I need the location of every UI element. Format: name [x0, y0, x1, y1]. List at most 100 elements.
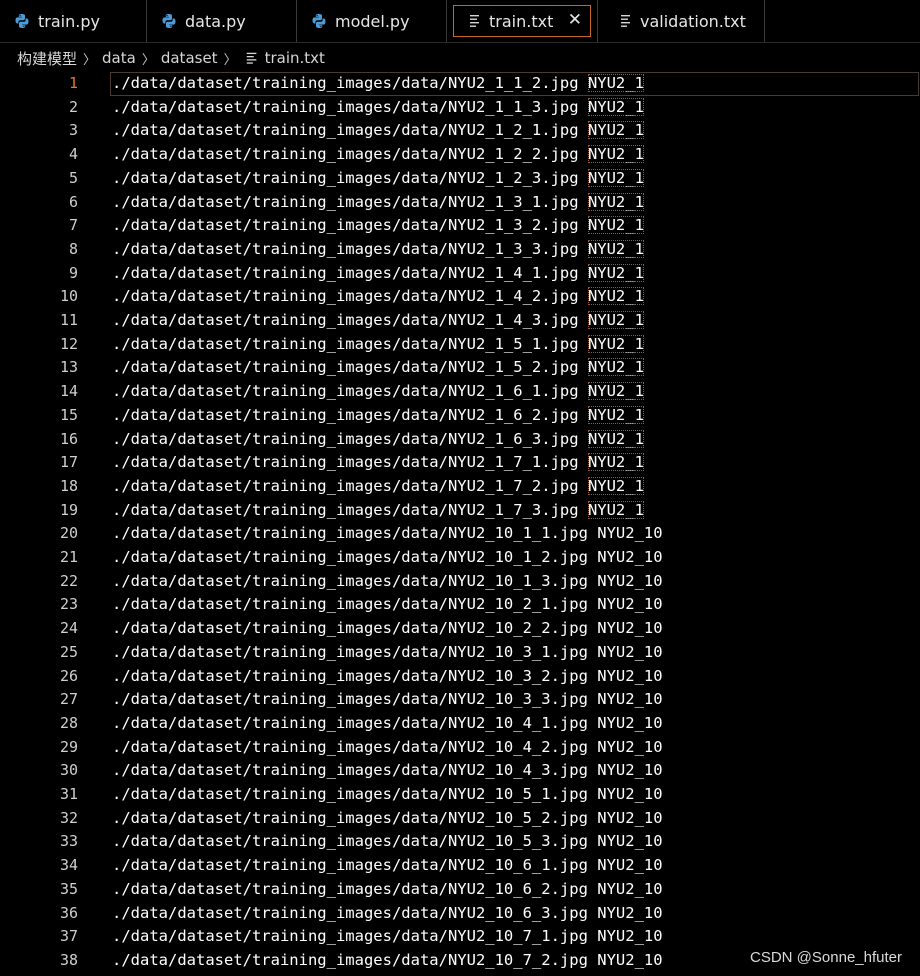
- editor-line[interactable]: 15 ./data/dataset/training_images/data/NY…: [0, 404, 920, 428]
- line-number: 2: [68, 97, 78, 116]
- editor-line[interactable]: 4 ./data/dataset/training_images/data/NYU…: [0, 143, 920, 167]
- class-label: NYU2_10: [597, 761, 663, 780]
- line-text: ./data/dataset/training_images/data/NYU2…: [112, 570, 663, 594]
- editor-line[interactable]: 26 ./data/dataset/training_images/data/NY…: [0, 665, 920, 689]
- breadcrumb-item-file[interactable]: train.txt: [265, 49, 325, 67]
- line-number: 14: [59, 382, 78, 401]
- editor-line[interactable]: 11 ./data/dataset/training_images/data/NY…: [0, 309, 920, 333]
- editor-line[interactable]: 25 ./data/dataset/training_images/data/NY…: [0, 641, 920, 665]
- editor-line[interactable]: 20 ./data/dataset/training_images/data/NY…: [0, 522, 920, 546]
- editor-line[interactable]: 36 ./data/dataset/training_images/data/NY…: [0, 902, 920, 926]
- editor-line[interactable]: 23 ./data/dataset/training_images/data/NY…: [0, 593, 920, 617]
- breadcrumb: 构建模型 〉 data 〉 dataset 〉 train.txt: [0, 44, 920, 72]
- editor-line[interactable]: 10 ./data/dataset/training_images/data/NY…: [0, 285, 920, 309]
- line-number: 22: [59, 571, 78, 590]
- image-path: ./data/dataset/training_images/data/NYU2…: [112, 879, 588, 898]
- line-text: ./data/dataset/training_images/data/NYU2…: [112, 475, 644, 499]
- editor-line[interactable]: 16 ./data/dataset/training_images/data/NY…: [0, 428, 920, 452]
- image-path: ./data/dataset/training_images/data/NYU2…: [112, 168, 579, 187]
- chevron-right-icon: 〉: [223, 52, 237, 68]
- line-text: ./data/dataset/training_images/data/NYU2…: [112, 333, 644, 357]
- editor-line[interactable]: 29 ./data/dataset/training_images/data/NY…: [0, 736, 920, 760]
- class-label: NYU2_1: [587, 239, 644, 258]
- tab-validation-txt[interactable]: validation.txt: [597, 0, 765, 42]
- editor-line[interactable]: 5 ./data/dataset/training_images/data/NYU…: [0, 167, 920, 191]
- line-text: ./data/dataset/training_images/data/NYU2…: [112, 854, 663, 878]
- image-path: ./data/dataset/training_images/data/NYU2…: [112, 239, 579, 258]
- line-text: ./data/dataset/training_images/data/NYU2…: [112, 214, 644, 238]
- editor-line[interactable]: 6 ./data/dataset/training_images/data/NYU…: [0, 191, 920, 215]
- text-editor[interactable]: 1 ./data/dataset/training_images/data/NYU…: [0, 72, 920, 976]
- editor-line[interactable]: 34 ./data/dataset/training_images/data/NY…: [0, 854, 920, 878]
- line-number: 11: [59, 311, 78, 329]
- editor-line[interactable]: 12 ./data/dataset/training_images/data/NY…: [0, 333, 920, 357]
- editor-line[interactable]: 31 ./data/dataset/training_images/data/NY…: [0, 783, 920, 807]
- editor-line[interactable]: 2 ./data/dataset/training_images/data/NYU…: [0, 96, 920, 120]
- editor-line[interactable]: 1 ./data/dataset/training_images/data/NYU…: [0, 72, 920, 96]
- tab-train-py[interactable]: train.py: [0, 0, 147, 42]
- tab-train-txt[interactable]: train.txt ✕: [453, 5, 591, 37]
- editor-line[interactable]: 13 ./data/dataset/training_images/data/NY…: [0, 356, 920, 380]
- close-tab-icon[interactable]: ✕: [568, 10, 582, 30]
- line-text: ./data/dataset/training_images/data/NYU2…: [112, 712, 663, 736]
- editor-line[interactable]: 18 ./data/dataset/training_images/data/NY…: [0, 475, 920, 499]
- image-path: ./data/dataset/training_images/data/NYU2…: [112, 903, 588, 922]
- line-number: 9: [68, 263, 78, 282]
- line-text: ./data/dataset/training_images/data/NYU2…: [112, 499, 644, 523]
- text-file-icon: [246, 52, 256, 64]
- line-number: 36: [59, 903, 78, 922]
- line-text: ./data/dataset/training_images/data/NYU2…: [112, 285, 644, 309]
- breadcrumb-item-dataset[interactable]: dataset: [161, 49, 218, 67]
- breadcrumb-item-project[interactable]: 构建模型: [17, 48, 77, 69]
- line-number: 20: [59, 524, 78, 543]
- line-number: 7: [68, 216, 78, 235]
- editor-line[interactable]: 17 ./data/dataset/training_images/data/NY…: [0, 451, 920, 475]
- editor-line[interactable]: 24 ./data/dataset/training_images/data/NY…: [0, 617, 920, 641]
- breadcrumb-item-data[interactable]: data: [102, 49, 136, 67]
- image-path: ./data/dataset/training_images/data/NYU2…: [112, 97, 579, 116]
- editor-line[interactable]: 7 ./data/dataset/training_images/data/NYU…: [0, 214, 920, 238]
- class-label: NYU2_1: [587, 74, 644, 92]
- class-label: NYU2_10: [597, 524, 663, 543]
- class-label: NYU2_1: [587, 168, 644, 187]
- line-text: ./data/dataset/training_images/data/NYU2…: [112, 404, 644, 428]
- line-number: 31: [59, 785, 78, 803]
- editor-line[interactable]: 14 ./data/dataset/training_images/data/NY…: [0, 380, 920, 404]
- line-text: ./data/dataset/training_images/data/NYU2…: [112, 380, 644, 404]
- line-text: ./data/dataset/training_images/data/NYU2…: [112, 451, 644, 475]
- image-path: ./data/dataset/training_images/data/NYU2…: [112, 500, 579, 519]
- line-number: 5: [68, 168, 78, 187]
- class-label: NYU2_10: [597, 950, 663, 969]
- editor-line[interactable]: 27 ./data/dataset/training_images/data/NY…: [0, 688, 920, 712]
- class-label: NYU2_10: [597, 595, 663, 614]
- image-path: ./data/dataset/training_images/data/NYU2…: [112, 927, 588, 946]
- line-number: 10: [59, 287, 78, 306]
- editor-line[interactable]: 22 ./data/dataset/training_images/data/NY…: [0, 570, 920, 594]
- tab-model-py[interactable]: model.py: [297, 0, 447, 42]
- line-number: 32: [59, 808, 78, 827]
- editor-line[interactable]: 19 ./data/dataset/training_images/data/NY…: [0, 499, 920, 523]
- editor-line[interactable]: 8 ./data/dataset/training_images/data/NYU…: [0, 238, 920, 262]
- editor-line[interactable]: 3 ./data/dataset/training_images/data/NYU…: [0, 119, 920, 143]
- editor-line[interactable]: 37 ./data/dataset/training_images/data/NY…: [0, 925, 920, 949]
- image-path: ./data/dataset/training_images/data/NYU2…: [112, 619, 588, 638]
- line-number: 26: [59, 666, 78, 685]
- editor-line[interactable]: 30 ./data/dataset/training_images/data/NY…: [0, 759, 920, 783]
- class-label: NYU2_10: [597, 642, 663, 661]
- line-number: 3: [68, 121, 78, 140]
- editor-line[interactable]: 32 ./data/dataset/training_images/data/NY…: [0, 807, 920, 831]
- tab-label: model.py: [335, 11, 410, 31]
- tab-data-py[interactable]: data.py: [147, 0, 297, 42]
- image-path: ./data/dataset/training_images/data/NYU2…: [112, 785, 588, 803]
- text-file-icon: [470, 15, 479, 27]
- editor-line[interactable]: 28 ./data/dataset/training_images/data/NY…: [0, 712, 920, 736]
- image-path: ./data/dataset/training_images/data/NYU2…: [112, 690, 588, 709]
- line-number: 24: [59, 619, 78, 638]
- editor-line[interactable]: 33 ./data/dataset/training_images/data/NY…: [0, 830, 920, 854]
- tab-label: data.py: [185, 11, 246, 31]
- editor-line[interactable]: 9 ./data/dataset/training_images/data/NYU…: [0, 262, 920, 286]
- tab-label: train.txt: [489, 11, 554, 31]
- editor-line[interactable]: 21 ./data/dataset/training_images/data/NY…: [0, 546, 920, 570]
- line-number: 33: [59, 832, 78, 851]
- editor-line[interactable]: 35 ./data/dataset/training_images/data/NY…: [0, 878, 920, 902]
